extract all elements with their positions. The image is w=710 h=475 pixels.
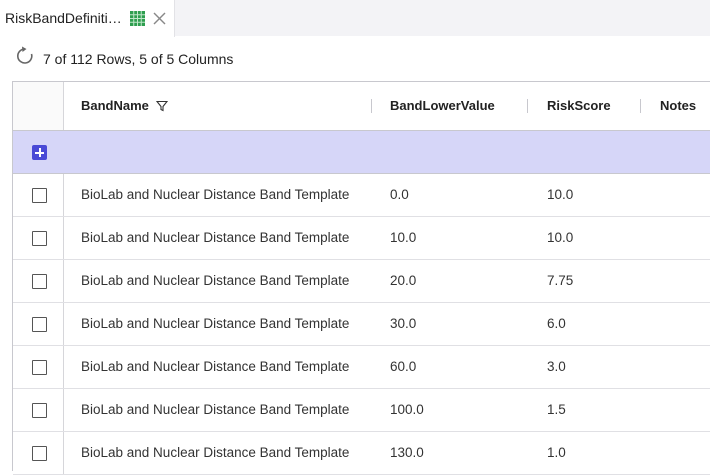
filter-icon[interactable]	[156, 100, 168, 112]
cell-bandname[interactable]: BioLab and Nuclear Distance Band Templat…	[81, 217, 371, 259]
cell-riskscore[interactable]: 3.0	[547, 346, 647, 388]
cell-bandname[interactable]: BioLab and Nuclear Distance Band Templat…	[81, 303, 371, 345]
cell-riskscore[interactable]: 1.0	[547, 432, 647, 474]
row-select-cell	[13, 432, 64, 474]
row-checkbox[interactable]	[32, 446, 47, 461]
status-bar: 7 of 112 Rows, 5 of 5 Columns	[0, 42, 710, 74]
tab-bar: RiskBandDefiniti…	[0, 0, 710, 37]
cell-bandlowervalue[interactable]: 30.0	[390, 303, 530, 345]
cell-riskscore[interactable]: 10.0	[547, 217, 647, 259]
table-body: BioLab and Nuclear Distance Band Templat…	[13, 174, 710, 475]
cell-bandlowervalue[interactable]: 0.0	[390, 174, 530, 216]
cell-bandname[interactable]: BioLab and Nuclear Distance Band Templat…	[81, 260, 371, 302]
close-icon[interactable]	[153, 12, 166, 25]
tab-risk-band-definitions[interactable]: RiskBandDefiniti…	[0, 0, 175, 37]
column-separator[interactable]	[640, 99, 641, 113]
cell-riskscore[interactable]: 10.0	[547, 174, 647, 216]
table-row[interactable]: BioLab and Nuclear Distance Band Templat…	[13, 260, 710, 303]
row-select-cell	[13, 217, 64, 259]
row-count-text: 7 of 112 Rows, 5 of 5 Columns	[43, 51, 234, 67]
refresh-icon[interactable]	[15, 46, 35, 66]
cell-bandname[interactable]: BioLab and Nuclear Distance Band Templat…	[81, 346, 371, 388]
row-checkbox[interactable]	[32, 317, 47, 332]
column-header-bandlowervalue[interactable]: BandLowerValue	[390, 82, 495, 130]
header-select-cell	[13, 82, 64, 130]
cell-bandname[interactable]: BioLab and Nuclear Distance Band Templat…	[81, 174, 371, 216]
row-checkbox[interactable]	[32, 403, 47, 418]
cell-riskscore[interactable]: 1.5	[547, 389, 647, 431]
column-separator[interactable]	[527, 99, 528, 113]
data-grid: BandName BandLowerValue RiskScore Notes …	[12, 81, 710, 475]
cell-bandname[interactable]: BioLab and Nuclear Distance Band Templat…	[81, 389, 371, 431]
row-checkbox[interactable]	[32, 231, 47, 246]
row-select-cell	[13, 389, 64, 431]
cell-bandlowervalue[interactable]: 130.0	[390, 432, 530, 474]
row-select-cell	[13, 303, 64, 345]
table-row[interactable]: BioLab and Nuclear Distance Band Templat…	[13, 432, 710, 475]
column-separator[interactable]	[371, 99, 372, 113]
grid-icon	[130, 11, 145, 26]
cell-bandlowervalue[interactable]: 20.0	[390, 260, 530, 302]
row-select-cell	[13, 174, 64, 216]
row-checkbox[interactable]	[32, 274, 47, 289]
add-icon[interactable]	[32, 145, 47, 160]
new-row-bar	[13, 131, 710, 174]
cell-bandlowervalue[interactable]: 100.0	[390, 389, 530, 431]
tab-title: RiskBandDefiniti…	[5, 10, 122, 26]
table-row[interactable]: BioLab and Nuclear Distance Band Templat…	[13, 174, 710, 217]
table-row[interactable]: BioLab and Nuclear Distance Band Templat…	[13, 217, 710, 260]
table-row[interactable]: BioLab and Nuclear Distance Band Templat…	[13, 346, 710, 389]
column-header-bandname[interactable]: BandName	[81, 82, 149, 130]
grid-header: BandName BandLowerValue RiskScore Notes	[13, 82, 710, 131]
cell-bandlowervalue[interactable]: 10.0	[390, 217, 530, 259]
column-header-riskscore[interactable]: RiskScore	[547, 82, 611, 130]
cell-bandname[interactable]: BioLab and Nuclear Distance Band Templat…	[81, 432, 371, 474]
cell-riskscore[interactable]: 6.0	[547, 303, 647, 345]
row-select-cell	[13, 260, 64, 302]
cell-riskscore[interactable]: 7.75	[547, 260, 647, 302]
table-row[interactable]: BioLab and Nuclear Distance Band Templat…	[13, 303, 710, 346]
row-checkbox[interactable]	[32, 360, 47, 375]
row-checkbox[interactable]	[32, 188, 47, 203]
row-select-cell	[13, 346, 64, 388]
column-header-notes[interactable]: Notes	[660, 82, 696, 130]
cell-bandlowervalue[interactable]: 60.0	[390, 346, 530, 388]
table-row[interactable]: BioLab and Nuclear Distance Band Templat…	[13, 389, 710, 432]
